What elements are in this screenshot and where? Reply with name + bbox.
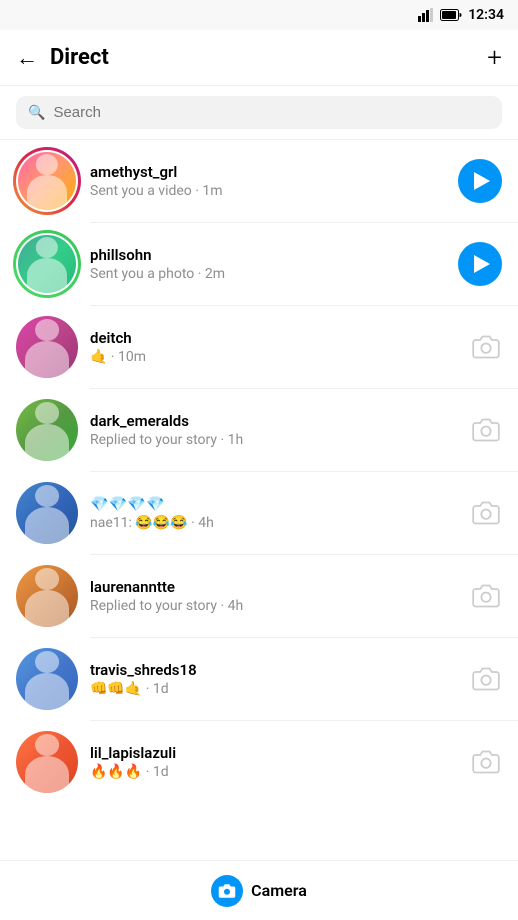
camera-button[interactable] — [470, 497, 502, 529]
conversation-list: amethyst_grl Sent you a video · 1m phill… — [0, 140, 518, 863]
camera-nav-button[interactable]: Camera — [211, 875, 307, 907]
search-icon: 🔍 — [28, 105, 45, 121]
search-input[interactable] — [53, 104, 490, 121]
avatar — [16, 399, 78, 461]
list-item[interactable]: travis_shreds18 👊👊🤙 · 1d — [0, 638, 518, 720]
list-item[interactable]: deitch 🤙 · 10m — [0, 306, 518, 388]
camera-button[interactable] — [470, 414, 502, 446]
add-button[interactable]: + — [487, 45, 502, 71]
username: dark_emeralds — [90, 412, 460, 430]
username: deitch — [90, 329, 460, 347]
username: amethyst_grl — [90, 163, 448, 181]
list-item[interactable]: laurenanntte Replied to your story · 4h — [0, 555, 518, 637]
preview-text: 🤙 · 10m — [90, 349, 460, 365]
camera-button[interactable] — [470, 331, 502, 363]
status-bar: 12:34 — [0, 0, 518, 30]
preview-text: Replied to your story · 1h — [90, 432, 460, 448]
avatar — [16, 150, 78, 212]
page-title: Direct — [50, 45, 487, 70]
list-item[interactable]: amethyst_grl Sent you a video · 1m — [0, 140, 518, 222]
header: ← Direct + — [0, 30, 518, 86]
avatar — [16, 233, 78, 295]
camera-button[interactable] — [470, 746, 502, 778]
username: travis_shreds18 — [90, 661, 460, 679]
preview-text: 👊👊🤙 · 1d — [90, 681, 460, 697]
signal-icon — [418, 8, 434, 22]
search-wrapper[interactable]: 🔍 — [16, 96, 502, 129]
username: phillsohn — [90, 246, 448, 264]
avatar — [16, 565, 78, 627]
preview-text: nae11: 😂😂😂 · 4h — [90, 515, 460, 531]
preview-text: Sent you a video · 1m — [90, 183, 448, 199]
bottom-navigation: Camera — [0, 860, 518, 920]
search-bar: 🔍 — [0, 86, 518, 140]
avatar — [16, 731, 78, 793]
list-item[interactable]: dark_emeralds Replied to your story · 1h — [0, 389, 518, 471]
username: laurenanntte — [90, 578, 460, 596]
preview-text: Replied to your story · 4h — [90, 598, 460, 614]
play-button[interactable] — [458, 242, 502, 286]
camera-nav-label: Camera — [251, 881, 307, 900]
list-item[interactable]: phillsohn Sent you a photo · 2m — [0, 223, 518, 305]
avatar — [16, 482, 78, 544]
preview-text: Sent you a photo · 2m — [90, 266, 448, 282]
camera-button[interactable] — [470, 663, 502, 695]
username: lil_lapislazuli — [90, 744, 460, 762]
list-item[interactable]: lil_lapislazuli 🔥🔥🔥 · 1d — [0, 721, 518, 803]
avatar — [16, 648, 78, 710]
preview-text: 🔥🔥🔥 · 1d — [90, 764, 460, 780]
camera-nav-icon — [211, 875, 243, 907]
username: 💎💎💎💎 — [90, 495, 460, 513]
list-item[interactable]: 💎💎💎💎 nae11: 😂😂😂 · 4h — [0, 472, 518, 554]
play-button[interactable] — [458, 159, 502, 203]
status-time: 12:34 — [468, 7, 504, 23]
camera-button[interactable] — [470, 580, 502, 612]
back-button[interactable]: ← — [16, 45, 38, 71]
battery-icon — [440, 9, 462, 21]
avatar — [16, 316, 78, 378]
